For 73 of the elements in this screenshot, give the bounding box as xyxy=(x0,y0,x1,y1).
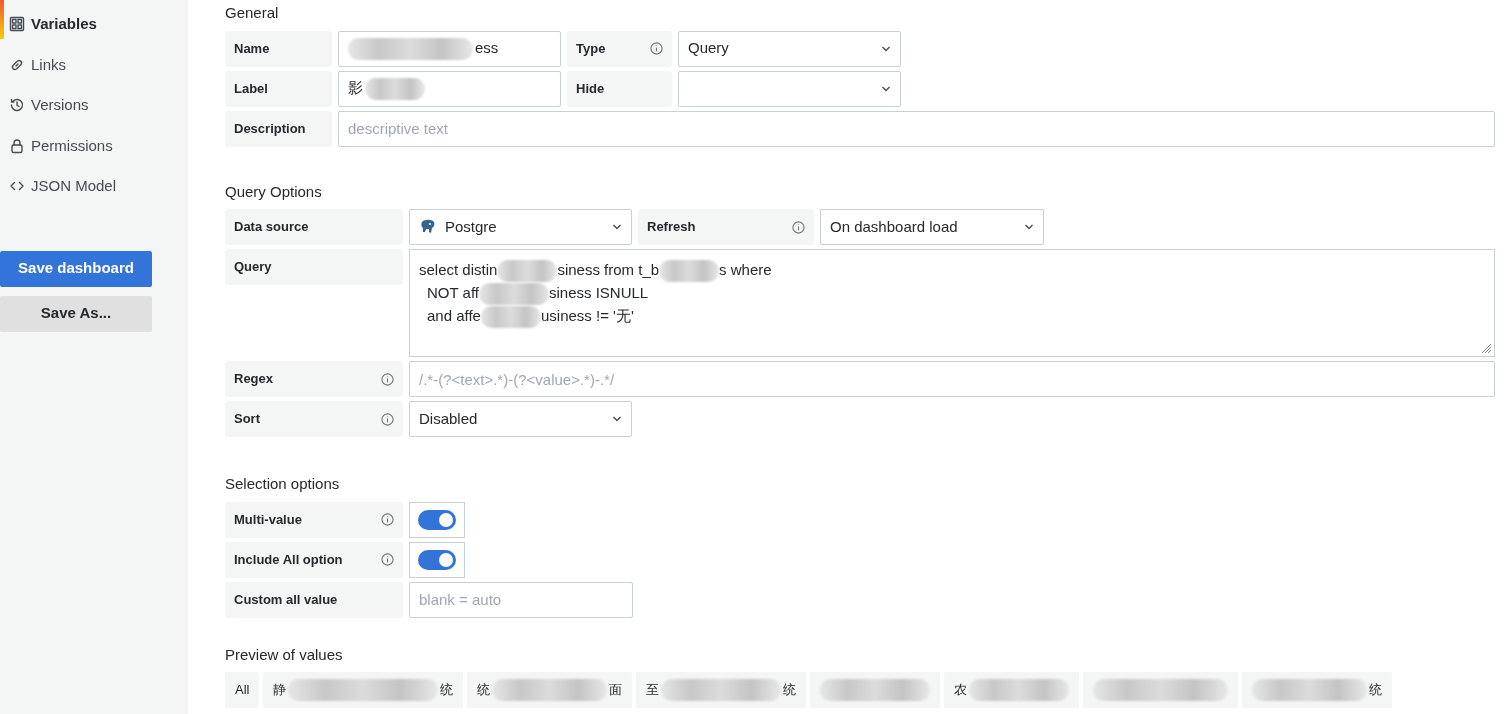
select-field[interactable]: Disabled xyxy=(409,401,632,437)
label-text: Type xyxy=(576,39,606,58)
chevron-down-icon xyxy=(1024,224,1034,230)
chip-text: 面 xyxy=(609,681,623,700)
section-title: Preview of values xyxy=(225,644,344,665)
query-text: siness ISNULL xyxy=(548,283,649,304)
query-text: NOT aff xyxy=(427,283,479,304)
query-text: siness from t_b xyxy=(557,260,660,281)
query-text: select distin xyxy=(419,260,498,281)
redaction-blur xyxy=(365,77,425,100)
label-text: Refresh xyxy=(647,218,696,237)
chip-text: 统 xyxy=(783,681,797,700)
toggle-switch[interactable] xyxy=(418,509,456,530)
select-field[interactable]: Postgre xyxy=(409,209,632,245)
redaction-blur xyxy=(478,282,549,305)
chevron-down-icon xyxy=(881,85,891,92)
field-label: Description xyxy=(225,110,332,147)
sidebar-item[interactable]: Permissions xyxy=(0,125,188,166)
chip-text: 至 xyxy=(646,681,660,700)
select-field[interactable]: Query xyxy=(678,30,901,67)
chip-text: 统 xyxy=(477,681,491,700)
field-label: Label xyxy=(225,70,332,107)
section-title: Selection options xyxy=(225,474,341,494)
label-text: Sort xyxy=(234,410,260,429)
grid-icon xyxy=(9,16,25,33)
text-field[interactable]: /.*-(?<text>.*)-(?<value>.*)-.*/ xyxy=(409,361,1495,397)
section-title: General xyxy=(225,3,280,23)
chip-text: 农 xyxy=(954,681,968,700)
save-button[interactable]: Save dashboard xyxy=(0,250,152,287)
select-value: Disabled xyxy=(419,408,478,429)
sidebar-item[interactable]: JSON Model xyxy=(0,166,188,207)
select-field[interactable]: On dashboard load xyxy=(820,209,1044,245)
field-value: ess xyxy=(475,38,499,59)
select-value: Query xyxy=(688,38,729,59)
field-label: Hide xyxy=(567,70,672,107)
chip-text: 统 xyxy=(1369,681,1383,700)
text-field[interactable]: 影 xyxy=(338,70,561,107)
save-as-button[interactable]: Save As... xyxy=(0,295,152,332)
redaction-blur xyxy=(480,305,541,328)
field-label: Data source xyxy=(225,209,403,245)
query-text: and affe xyxy=(427,306,481,327)
query-text: usiness != '无' xyxy=(540,306,634,327)
label-text: Regex xyxy=(234,370,274,389)
section-title: Query Options xyxy=(225,181,323,202)
chevron-down-icon xyxy=(881,45,891,52)
chevron-down-icon xyxy=(612,224,622,230)
chevron-down-icon xyxy=(612,416,622,422)
field-label: Custom all value xyxy=(225,581,403,618)
history-icon xyxy=(9,97,25,114)
sidebar-item[interactable]: Versions xyxy=(0,85,188,126)
resize-handle-icon[interactable] xyxy=(1480,342,1492,354)
select-value: On dashboard load xyxy=(830,216,958,237)
select-field[interactable] xyxy=(678,70,901,107)
redaction-blur xyxy=(659,259,720,282)
field-value: 影 xyxy=(348,78,363,99)
field-label: Name xyxy=(225,30,332,67)
query-editor[interactable]: select distin siness from t_b s where NOT aff siness ISNULL and affe usiness != '无' xyxy=(409,249,1495,357)
toggle-switch[interactable] xyxy=(418,549,456,570)
text-field[interactable]: blank = auto xyxy=(409,581,633,618)
label-text: Include All option xyxy=(234,550,343,569)
sidebar-item[interactable]: Variables xyxy=(0,4,188,45)
value-chip: All xyxy=(225,672,260,708)
label-text: Multi-value xyxy=(234,510,302,529)
text-field[interactable]: ess xyxy=(338,30,561,67)
text-field[interactable]: descriptive text xyxy=(338,110,1495,147)
chip-text: 统 xyxy=(440,681,454,700)
field-label: Query xyxy=(225,249,403,285)
sidebar-item[interactable]: Links xyxy=(0,44,188,85)
select-value: Postgre xyxy=(445,216,497,237)
query-text: s where xyxy=(719,260,772,281)
chip-text: 静 xyxy=(273,681,287,700)
lock-icon xyxy=(9,137,25,154)
redaction-blur xyxy=(497,259,558,282)
